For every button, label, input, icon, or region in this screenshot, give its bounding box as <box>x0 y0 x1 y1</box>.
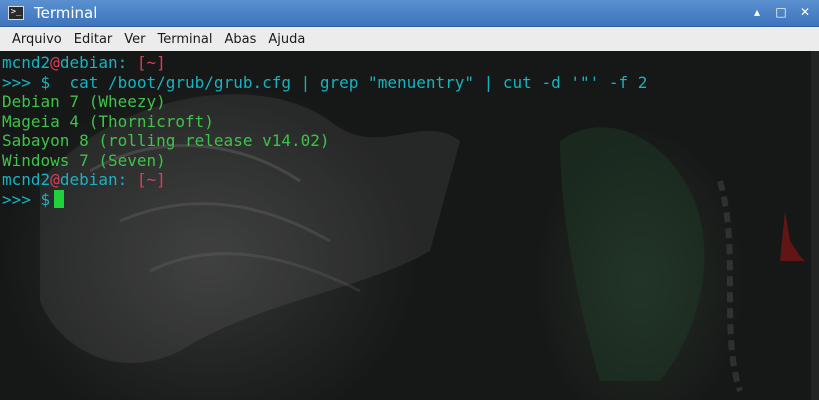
input-line[interactable]: >>> $ <box>2 189 647 210</box>
menu-abas[interactable]: Abas <box>218 32 262 47</box>
terminal-icon: >_ <box>8 6 24 20</box>
menu-ajuda[interactable]: Ajuda <box>262 32 311 47</box>
output-line: Sabayon 8 (rolling release v14.02) <box>2 131 330 150</box>
maximize-button[interactable]: □ <box>773 4 789 20</box>
terminal-output: mcnd2@debian: [~] >>> $ cat /boot/grub/gr… <box>2 53 647 209</box>
output-line: Windows 7 (Seven) <box>2 150 166 170</box>
title-bar[interactable]: >_ Terminal ▴ □ ✕ <box>0 0 819 27</box>
prompt-line: mcnd2@debian: [~] <box>2 53 647 73</box>
command-text: cat /boot/grub/grub.cfg | grep "menuentr… <box>50 72 648 92</box>
shade-button[interactable]: ▴ <box>749 4 765 20</box>
prompt-line: mcnd2@debian: [~] <box>2 170 647 190</box>
menu-editar[interactable]: Editar <box>68 32 119 47</box>
prompt-symbol: >>> $ <box>2 72 51 92</box>
menu-bar: Arquivo Editar Ver Terminal Abas Ajuda <box>0 27 819 52</box>
prompt-user: mcnd2 <box>2 53 51 72</box>
command-line: >>> $ cat /boot/grub/grub.cfg | grep "me… <box>2 73 647 93</box>
prompt-host: debian: <box>59 170 128 189</box>
output-line: Mageia 4 (Thornicroft) <box>2 111 214 131</box>
prompt-host: debian: <box>59 53 128 72</box>
terminal-area[interactable]: mcnd2@debian: [~] >>> $ cat /boot/grub/gr… <box>0 51 819 400</box>
prompt-at: @ <box>50 170 60 189</box>
prompt-symbol: >>> $ <box>2 189 51 209</box>
prompt-user: mcnd2 <box>2 170 51 189</box>
menu-terminal[interactable]: Terminal <box>152 32 219 47</box>
menu-arquivo[interactable]: Arquivo <box>0 32 68 47</box>
text-cursor <box>54 189 65 208</box>
output-line: Debian 7 (Wheezy) <box>2 92 166 111</box>
window-title: Terminal <box>34 4 98 22</box>
close-button[interactable]: ✕ <box>797 4 813 20</box>
menu-ver[interactable]: Ver <box>118 32 151 47</box>
prompt-path: [~] <box>136 53 166 72</box>
prompt-at: @ <box>50 53 60 72</box>
scrollbar[interactable] <box>811 51 819 400</box>
terminal-window: >_ Terminal ▴ □ ✕ Arquivo Editar Ver Ter… <box>0 0 819 400</box>
prompt-path: [~] <box>136 170 166 189</box>
window-controls: ▴ □ ✕ <box>749 4 813 20</box>
